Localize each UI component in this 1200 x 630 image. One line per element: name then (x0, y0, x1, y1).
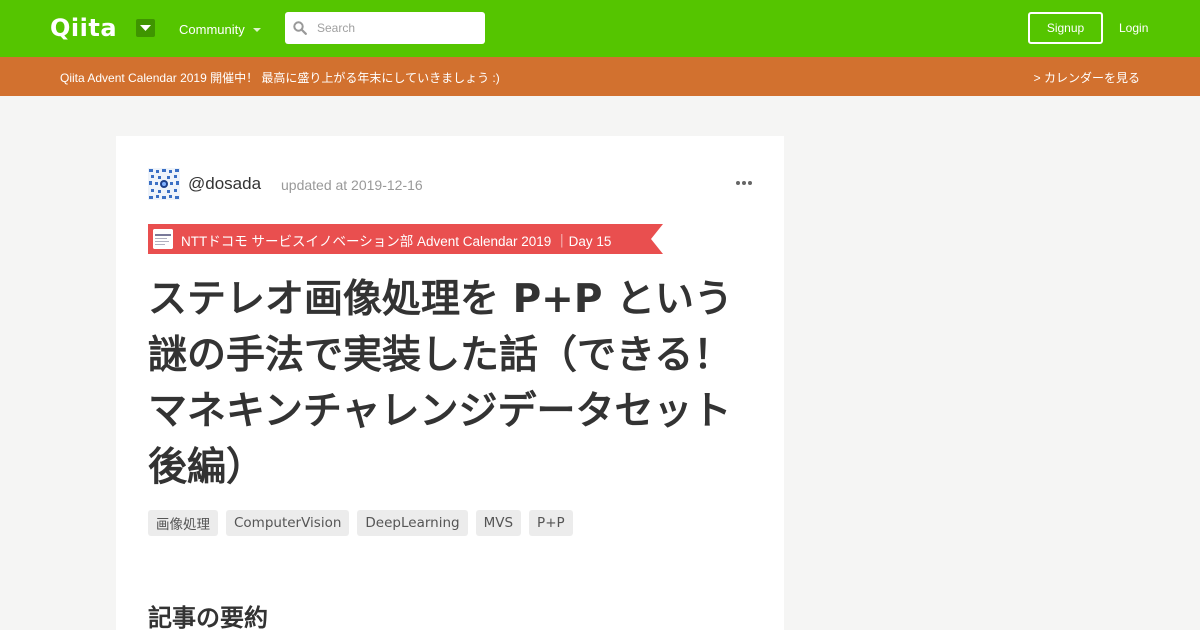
tag-item[interactable]: 画像処理 (148, 510, 218, 536)
signup-button[interactable]: Signup (1028, 12, 1103, 44)
user-avatar[interactable] (148, 168, 180, 200)
caret-down-icon (140, 25, 151, 31)
advent-banner: Qiita Advent Calendar 2019 開催中！ 最高に盛り上がる… (0, 57, 1200, 96)
search-icon (293, 21, 307, 35)
logo-dropdown-button[interactable] (136, 19, 155, 37)
article-title: ステレオ画像処理を P+P という謎の手法で実装した話（できる！マネキンチャレン… (148, 277, 734, 490)
advent-calendar-ribbon[interactable]: NTTドコモ サービスイノベーション部 Advent Calendar 2019… (148, 224, 663, 254)
banner-text: Qiita Advent Calendar 2019 開催中！ 最高に盛り上がる… (60, 71, 500, 85)
tag-item[interactable]: MVS (475, 510, 522, 536)
tag-item[interactable]: DeepLearning (357, 510, 468, 536)
qiita-logo[interactable]: Qiita (50, 14, 117, 42)
docomo-logo (153, 229, 173, 249)
chevron-down-icon (252, 27, 261, 32)
search-input[interactable] (317, 21, 467, 35)
section-heading: 記事の要約 (148, 604, 268, 630)
author-username[interactable]: @dosada (188, 174, 261, 194)
article-card: @dosada updated at 2019-12-16 NTTドコモ サービ… (116, 136, 784, 630)
search-box[interactable] (285, 12, 485, 44)
advent-calendar-label: NTTドコモ サービスイノベーション部 Advent Calendar 2019… (181, 234, 612, 249)
tag-item[interactable]: ComputerVision (226, 510, 350, 536)
more-dots-icon[interactable] (736, 181, 752, 185)
global-header: Qiita Community Signup Login (0, 0, 1200, 57)
updated-date: updated at 2019-12-16 (281, 177, 423, 193)
login-link[interactable]: Login (1119, 21, 1148, 35)
calendar-link[interactable]: > カレンダーを見る (1034, 69, 1140, 86)
tag-item[interactable]: P+P (529, 510, 573, 536)
tag-list: 画像処理 ComputerVision DeepLearning MVS P+P (148, 510, 573, 536)
community-label: Community (179, 22, 245, 37)
community-menu[interactable]: Community (179, 22, 261, 37)
